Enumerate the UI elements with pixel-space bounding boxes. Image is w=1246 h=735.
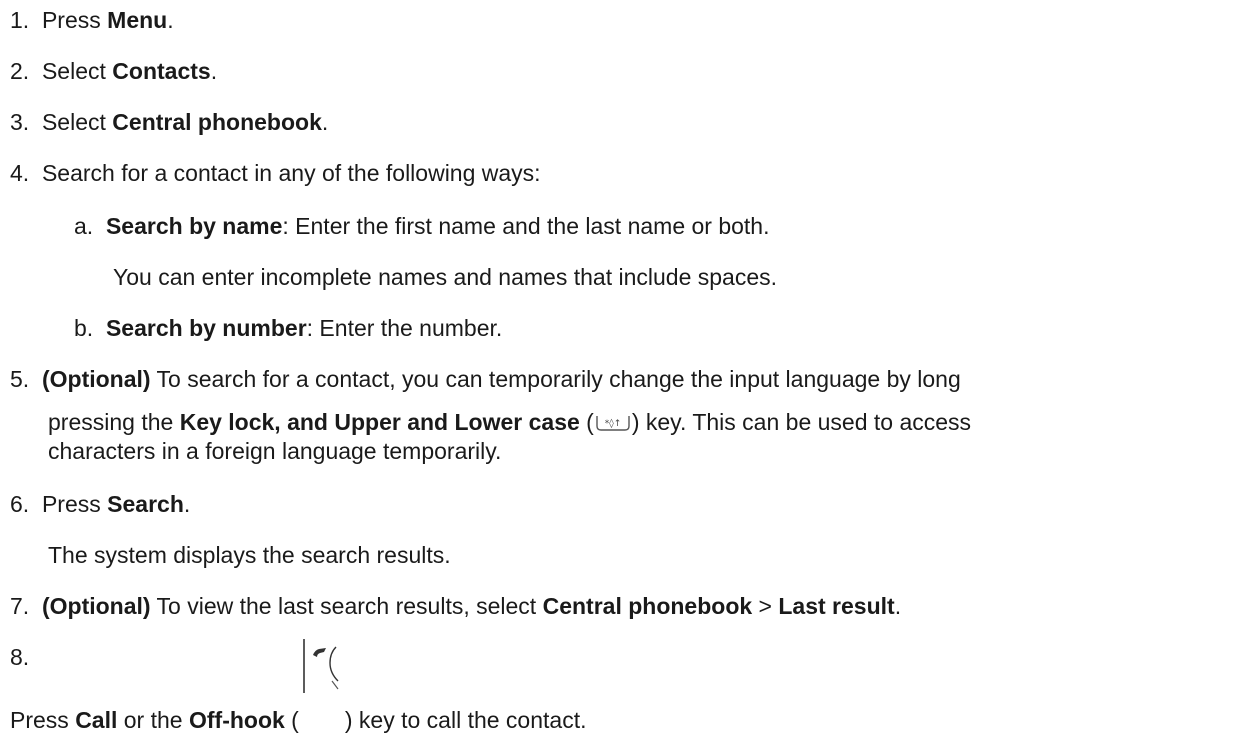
step-text: : Enter the first name and the last name… (282, 213, 770, 239)
menu-term: Menu (107, 7, 168, 33)
punct: ( (284, 707, 299, 733)
step-text: : Enter the number. (306, 315, 503, 341)
step-text: Press (41, 491, 108, 517)
step-text: ) key to call the contact. (344, 707, 587, 733)
step-text: To search for a contact, you can tempora… (150, 366, 961, 392)
step-6-note: The system displays the search results. (48, 541, 451, 569)
step-2: 2. Select Contacts. (10, 57, 217, 85)
contacts-term: Contacts (112, 58, 211, 84)
optional-label: (Optional) (41, 366, 151, 392)
step-6: 6. Press Search. (10, 490, 190, 518)
step-text: characters in a foreign language tempora… (48, 438, 502, 464)
step-text: ) key. This can be used to access (631, 409, 972, 435)
punct: . (210, 58, 218, 84)
step-text: Select (41, 109, 113, 135)
step-4b: b. Search by number: Enter the number. (74, 314, 502, 342)
step-7: 7. (Optional) To view the last search re… (10, 592, 901, 620)
step-number: 3. (10, 109, 30, 135)
punct: ( (579, 409, 594, 435)
search-by-name-term: Search by name (105, 213, 283, 239)
offhook-term: Off-hook (188, 707, 285, 733)
central-phonebook-term: Central phonebook (542, 593, 753, 619)
punct: > (752, 593, 779, 619)
optional-label: (Optional) (41, 593, 151, 619)
step-number: 5. (10, 366, 30, 392)
punct: . (321, 109, 329, 135)
substep-letter: a. (74, 213, 94, 239)
search-by-number-term: Search by number (105, 315, 307, 341)
step-number: 1. (10, 7, 30, 33)
keylock-case-term: Key lock, and Upper and Lower case (179, 409, 580, 435)
step-4: 4. Search for a contact in any of the fo… (10, 159, 541, 187)
call-term: Call (75, 707, 118, 733)
step-5-line-2: pressing the Key lock, and Upper and Low… (48, 408, 971, 436)
step-number: 4. (10, 160, 30, 186)
step-number: 6. (10, 491, 30, 517)
step-text: Press (10, 707, 76, 733)
offhook-key-icon (300, 639, 344, 729)
punct: . (167, 7, 174, 33)
step-text: Press (41, 7, 108, 33)
step-1: 1. Press Menu. (10, 6, 174, 34)
last-result-term: Last result (778, 593, 895, 619)
step-text: Select (41, 58, 113, 84)
svg-text:*◊↑: *◊↑ (605, 418, 622, 429)
step-text: Search for a contact in any of the follo… (41, 160, 541, 186)
step-text: or the (117, 707, 189, 733)
substep-letter: b. (74, 315, 94, 341)
step-number: 8. (10, 644, 30, 670)
step-5-line-3: characters in a foreign language tempora… (48, 437, 501, 465)
step-4a: a. Search by name: Enter the first name … (74, 212, 770, 240)
step-4a-note: You can enter incomplete names and names… (113, 263, 777, 291)
step-8-number: 8. (10, 643, 29, 671)
keylock-case-key-icon: *◊↑ (595, 410, 631, 431)
step-text: pressing the (48, 409, 180, 435)
step-number: 7. (10, 593, 30, 619)
step-5-line-1: 5. (Optional) To search for a contact, y… (10, 365, 961, 393)
step-8: Press Call or the Off-hook ( ) key to cal… (10, 639, 587, 735)
step-3: 3. Select Central phonebook. (10, 108, 328, 136)
punct: . (183, 491, 191, 517)
central-phonebook-term: Central phonebook (112, 109, 322, 135)
punct: . (894, 593, 902, 619)
search-term: Search (107, 491, 184, 517)
note-text: You can enter incomplete names and names… (113, 264, 778, 290)
note-text: The system displays the search results. (48, 542, 451, 568)
step-text: To view the last search results, select (150, 593, 543, 619)
step-number: 2. (10, 58, 30, 84)
